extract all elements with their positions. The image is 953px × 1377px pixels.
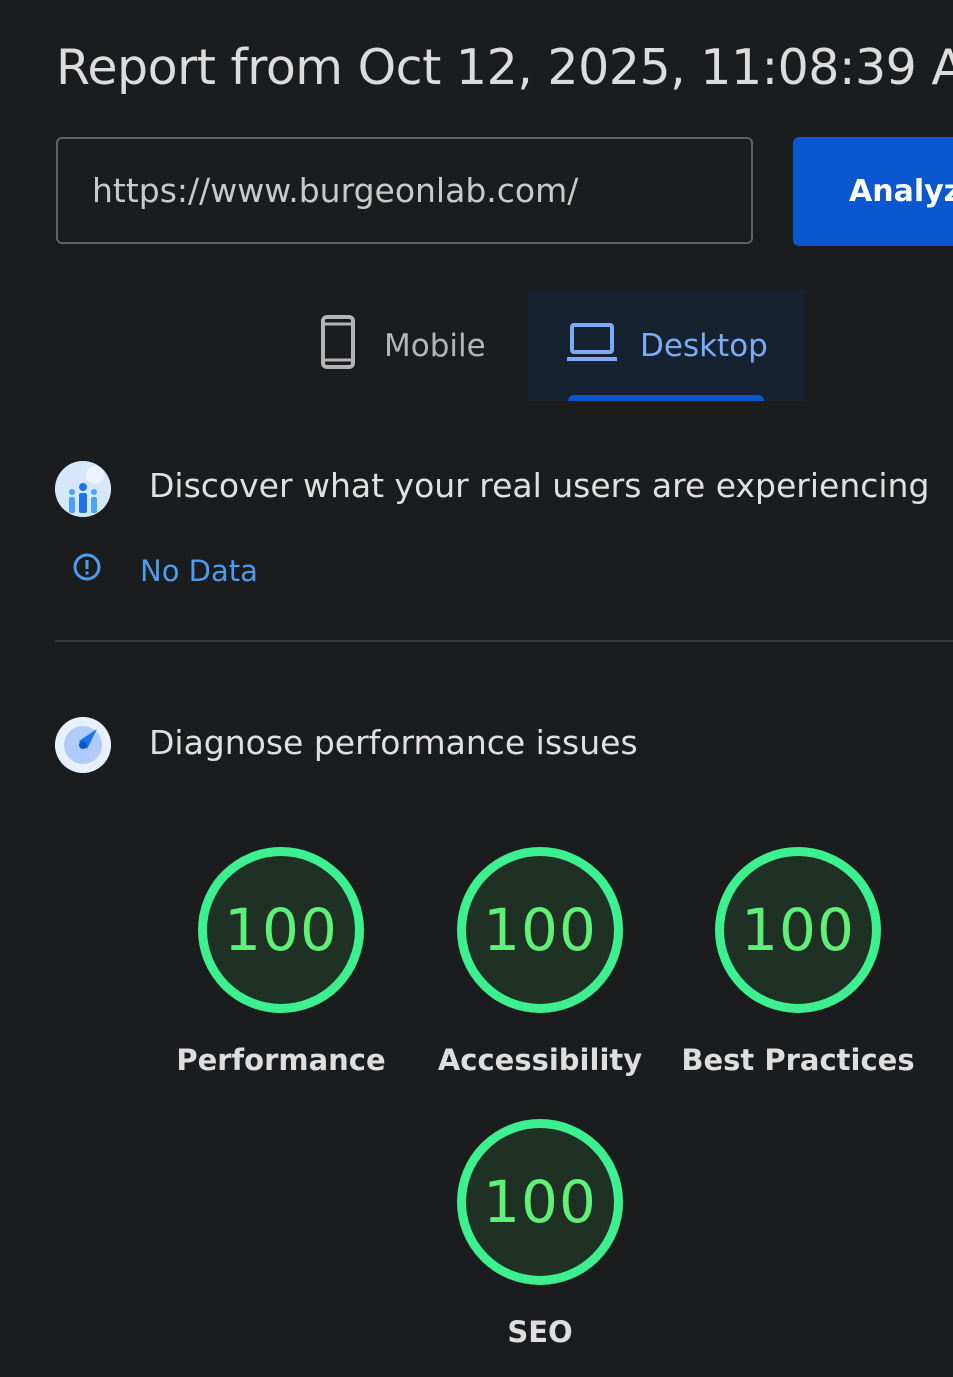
score-value: 100 (483, 896, 597, 964)
tab-mobile[interactable]: Mobile (306, 290, 528, 401)
score-gauge-accessibility[interactable]: 100 Accessibility (420, 847, 660, 1077)
tab-selected-indicator (568, 395, 764, 401)
tab-mobile-label: Mobile (384, 327, 486, 364)
info-icon (72, 552, 102, 589)
url-input[interactable] (92, 139, 712, 242)
tab-desktop-label: Desktop (640, 327, 768, 364)
url-field[interactable] (56, 137, 753, 244)
score-gauge-seo[interactable]: 100 SEO (420, 1119, 660, 1349)
score-label: Performance (176, 1043, 386, 1077)
field-data-heading: Discover what your real users are experi… (149, 466, 930, 505)
users-chart-icon (55, 461, 111, 517)
smartphone-icon (320, 314, 356, 377)
score-label: Accessibility (437, 1043, 643, 1077)
score-value: 100 (224, 896, 338, 964)
score-ring: 100 (457, 1119, 623, 1285)
score-gauge-performance[interactable]: 100 Performance (161, 847, 401, 1077)
report-title: Report from Oct 12, 2025, 11:08:39 AM (56, 39, 953, 96)
tab-desktop[interactable]: Desktop (528, 290, 805, 401)
laptop-icon (566, 322, 618, 370)
score-label: SEO (507, 1315, 573, 1349)
no-data-label: No Data (140, 553, 258, 588)
section-divider (55, 640, 953, 642)
score-gauge-best-practices[interactable]: 100 Best Practices (678, 847, 918, 1077)
analyze-button[interactable]: Analyze (793, 137, 953, 246)
score-ring: 100 (715, 847, 881, 1013)
score-ring: 100 (457, 847, 623, 1013)
no-data-status: No Data (72, 552, 258, 589)
score-value: 100 (483, 1168, 597, 1236)
report-page: Report from Oct 12, 2025, 11:08:39 AM An… (0, 0, 953, 1377)
lab-data-heading: Diagnose performance issues (149, 723, 638, 762)
lighthouse-icon (55, 717, 111, 773)
score-ring: 100 (198, 847, 364, 1013)
score-value: 100 (741, 896, 855, 964)
score-label: Best Practices (681, 1043, 915, 1077)
